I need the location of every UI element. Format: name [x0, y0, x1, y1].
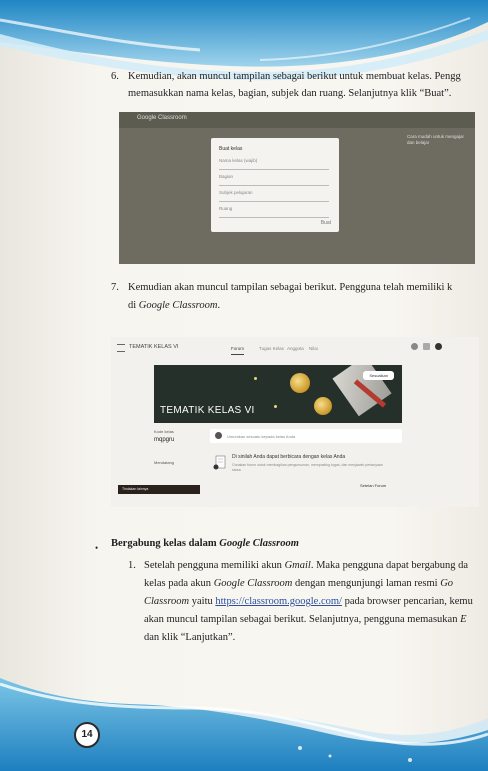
- empty-stream-title: Di sinilah Anda dapat berbicara dengan k…: [232, 454, 346, 460]
- upcoming-label: Mendatang: [154, 460, 175, 465]
- classroom-stream-screenshot: TEMATIK KELAS VI Forum Tugas Kelas Anggo…: [111, 337, 479, 507]
- join-line4-a: akan muncul tampilan sebagai berikut. Se…: [144, 614, 461, 625]
- join-line3-a: yaitu: [189, 596, 216, 607]
- step7-line2: di Google Classroom.: [128, 297, 220, 314]
- step7-line1: Kemudian akan muncul tampilan sebagai be…: [128, 282, 453, 293]
- announce-placeholder: Umumkan sesuatu kepada kelas Anda: [227, 434, 296, 439]
- section-heading: Bergabung kelas dalam Google Classroom: [111, 538, 299, 549]
- coin-illustration: [314, 397, 332, 415]
- join-line1: Setelah pengguna memiliki akun Gmail. Ma…: [144, 557, 468, 574]
- app-title: Google Classroom: [137, 115, 187, 121]
- menu-icon[interactable]: [117, 344, 125, 352]
- step7-line2-italic: Google Classroom: [138, 300, 218, 311]
- sparkle-dot: [254, 377, 257, 380]
- join-line5: dan klik “Lanjutkan”.: [144, 632, 236, 643]
- bottom-wave-decoration: [0, 678, 488, 771]
- create-button[interactable]: Buat: [321, 220, 331, 226]
- more-actions-button[interactable]: Tindakan lainnya: [118, 485, 200, 494]
- create-class-dialog: Buat kelas Nama kelas (wajib) Bagian Sub…: [211, 138, 339, 232]
- join-line2: kelas pada akun Google Classroom dengan …: [144, 575, 453, 592]
- avatar: [215, 432, 222, 439]
- class-banner: Sesuaikan TEMATIK KELAS VI: [154, 365, 402, 423]
- tab-people[interactable]: Anggota: [287, 346, 304, 351]
- join-number: 1.: [128, 560, 136, 571]
- tab-classwork[interactable]: Tugas Kelas: [259, 346, 284, 351]
- dialog-title: Buat kelas: [219, 146, 243, 152]
- classroom-top-bar: TEMATIK KELAS VI Forum Tugas Kelas Anggo…: [111, 337, 479, 359]
- class-name-field[interactable]: Nama kelas (wajib): [219, 158, 329, 170]
- room-field[interactable]: Ruang: [219, 206, 329, 218]
- join-line1-b: . Maka pengguna dapat bergabung da: [310, 560, 469, 571]
- class-title: TEMATIK KELAS VI: [129, 344, 179, 350]
- coin-illustration: [290, 373, 310, 393]
- step6-line1: Kemudian, akan muncul tampilan sebagai b…: [128, 71, 461, 82]
- customize-button[interactable]: Sesuaikan: [363, 371, 394, 380]
- stream-settings-link[interactable]: Setelan Forum: [360, 483, 386, 488]
- join-line1-italic: Gmail: [284, 560, 311, 571]
- subject-field[interactable]: Subjek pelajaran: [219, 190, 329, 202]
- step7-line2-prefix: di: [128, 300, 139, 311]
- class-code-value[interactable]: mqpgru: [154, 437, 200, 443]
- step7-line2-suffix: .: [217, 300, 221, 311]
- apps-icon[interactable]: [423, 343, 430, 350]
- section-bullet: •: [95, 543, 99, 553]
- stream-illustration-icon: [213, 455, 226, 470]
- sparkle-dot: [274, 405, 277, 408]
- join-line1-a: Setelah pengguna memiliki akun: [144, 560, 285, 571]
- tab-grades[interactable]: Nilai: [309, 346, 318, 351]
- step6-line2: memasukkan nama kelas, bagian, subjek da…: [128, 88, 452, 99]
- join-line4-italic: E: [460, 614, 467, 625]
- create-class-screenshot: Google Classroom Cara mudah untuk mengaj…: [119, 112, 475, 264]
- join-line3-b: pada browser pencarian, kemu: [341, 596, 473, 607]
- classroom-url-link[interactable]: https://classroom.google.com/: [215, 596, 342, 607]
- tab-forum[interactable]: Forum: [231, 346, 245, 355]
- join-line3: Classroom yaitu https://classroom.google…: [144, 593, 473, 610]
- join-line4: akan muncul tampilan sebagai berikut. Se…: [144, 611, 467, 628]
- section-field[interactable]: Bagian: [219, 174, 329, 186]
- empty-stream-card: Di sinilah Anda dapat berbicara dengan k…: [210, 450, 402, 490]
- join-line2-italic: Google Classroom: [213, 578, 293, 589]
- class-code-label: Kode kelas: [154, 429, 174, 434]
- step6-number: 6.: [111, 71, 119, 82]
- avatar[interactable]: [435, 343, 442, 350]
- tooltip-text: Cara mudah untuk mengajar dan belajar: [407, 134, 465, 145]
- banner-title: TEMATIK KELAS VI: [160, 405, 255, 416]
- step7-number: 7.: [111, 282, 119, 293]
- page-number: 14: [74, 722, 100, 748]
- join-line2-b: dengan mengunjungi laman resmi: [292, 578, 441, 589]
- class-code-card: Kode kelas mqpgru: [154, 429, 200, 455]
- section-heading-plain: Bergabung kelas dalam: [111, 538, 220, 549]
- gear-icon[interactable]: [411, 343, 418, 350]
- book-page: 6. Kemudian, akan muncul tampilan sebaga…: [0, 0, 488, 771]
- empty-stream-body: Gunakan forum untuk membagikan pengumuma…: [232, 463, 383, 472]
- join-line3-italic: Classroom: [144, 596, 190, 607]
- upcoming-card: Mendatang: [154, 460, 200, 485]
- announce-box[interactable]: Umumkan sesuatu kepada kelas Anda: [210, 429, 402, 443]
- screenshot-top-bar: Google Classroom: [119, 112, 475, 128]
- section-heading-italic: Google Classroom: [219, 538, 299, 549]
- join-line2-italic2: Go: [440, 578, 454, 589]
- join-line2-a: kelas pada akun: [144, 578, 214, 589]
